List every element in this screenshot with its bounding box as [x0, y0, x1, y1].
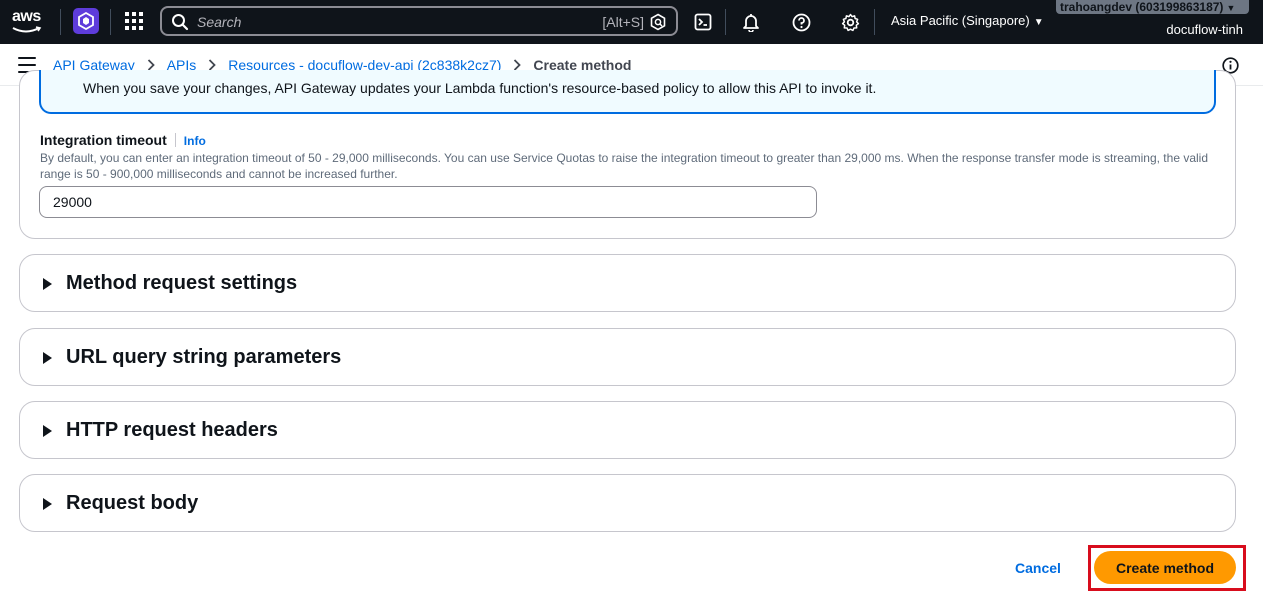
nav-divider: [110, 9, 111, 35]
method-request-settings-section[interactable]: Method request settings: [19, 254, 1236, 312]
search-icon: [172, 14, 189, 31]
info-link[interactable]: Info: [184, 134, 206, 148]
caret-right-icon: [43, 352, 52, 364]
caret-down-icon: ▼: [1226, 3, 1236, 13]
info-alert: When you save your changes, API Gateway …: [39, 70, 1216, 114]
search-input[interactable]: Search [Alt+S]: [160, 6, 678, 36]
integration-timeout-input[interactable]: 29000: [39, 186, 817, 218]
region-label: Asia Pacific (Singapore): [891, 13, 1030, 28]
label-divider: [174, 133, 176, 147]
caret-right-icon: [43, 498, 52, 510]
aws-smile-icon: [12, 26, 42, 33]
search-placeholder: Search: [197, 14, 242, 30]
gear-icon[interactable]: [839, 11, 861, 33]
integration-timeout-title: Integration timeout: [40, 132, 167, 148]
cloudshell-icon[interactable]: [692, 11, 714, 33]
request-body-section[interactable]: Request body: [19, 474, 1236, 532]
service-icon[interactable]: [73, 8, 99, 34]
section-title: Method request settings: [66, 272, 298, 294]
account-badge[interactable]: trahoangdev (603199863187) ▼: [1056, 0, 1249, 14]
account-name[interactable]: docuflow-tinh: [1166, 22, 1243, 37]
cancel-button[interactable]: Cancel: [1003, 552, 1073, 584]
caret-right-icon: [43, 278, 52, 290]
caret-down-icon: ▼: [1033, 17, 1044, 28]
aws-logo-text: aws: [12, 8, 41, 25]
http-request-headers-section[interactable]: HTTP request headers: [19, 401, 1236, 459]
search-shortcut: [Alt+S]: [602, 14, 644, 30]
bell-icon[interactable]: [740, 11, 762, 33]
info-alert-message: When you save your changes, API Gateway …: [83, 80, 877, 96]
amazon-q-icon[interactable]: [649, 13, 667, 31]
caret-right-icon: [43, 425, 52, 437]
nav-divider: [60, 9, 61, 35]
url-query-string-parameters-section[interactable]: URL query string parameters: [19, 328, 1236, 386]
nav-divider: [725, 9, 726, 35]
integration-timeout-label: Integration timeout Info: [40, 132, 206, 148]
integration-timeout-description: By default, you can enter an integration…: [40, 151, 1209, 181]
help-icon[interactable]: [790, 11, 812, 33]
create-method-button[interactable]: Create method: [1094, 551, 1236, 584]
nav-divider: [874, 9, 875, 35]
top-navigation: aws Search [Alt+S] Asia Pacific (Singapo…: [0, 0, 1263, 44]
section-title: URL query string parameters: [66, 346, 342, 368]
region-selector[interactable]: Asia Pacific (Singapore) ▼: [891, 13, 1044, 28]
section-title: HTTP request headers: [66, 419, 278, 441]
aws-logo[interactable]: aws: [12, 8, 46, 36]
account-id-label: trahoangdev (603199863187): [1060, 0, 1224, 14]
section-title: Request body: [66, 492, 199, 514]
apps-grid-icon[interactable]: [124, 11, 146, 33]
